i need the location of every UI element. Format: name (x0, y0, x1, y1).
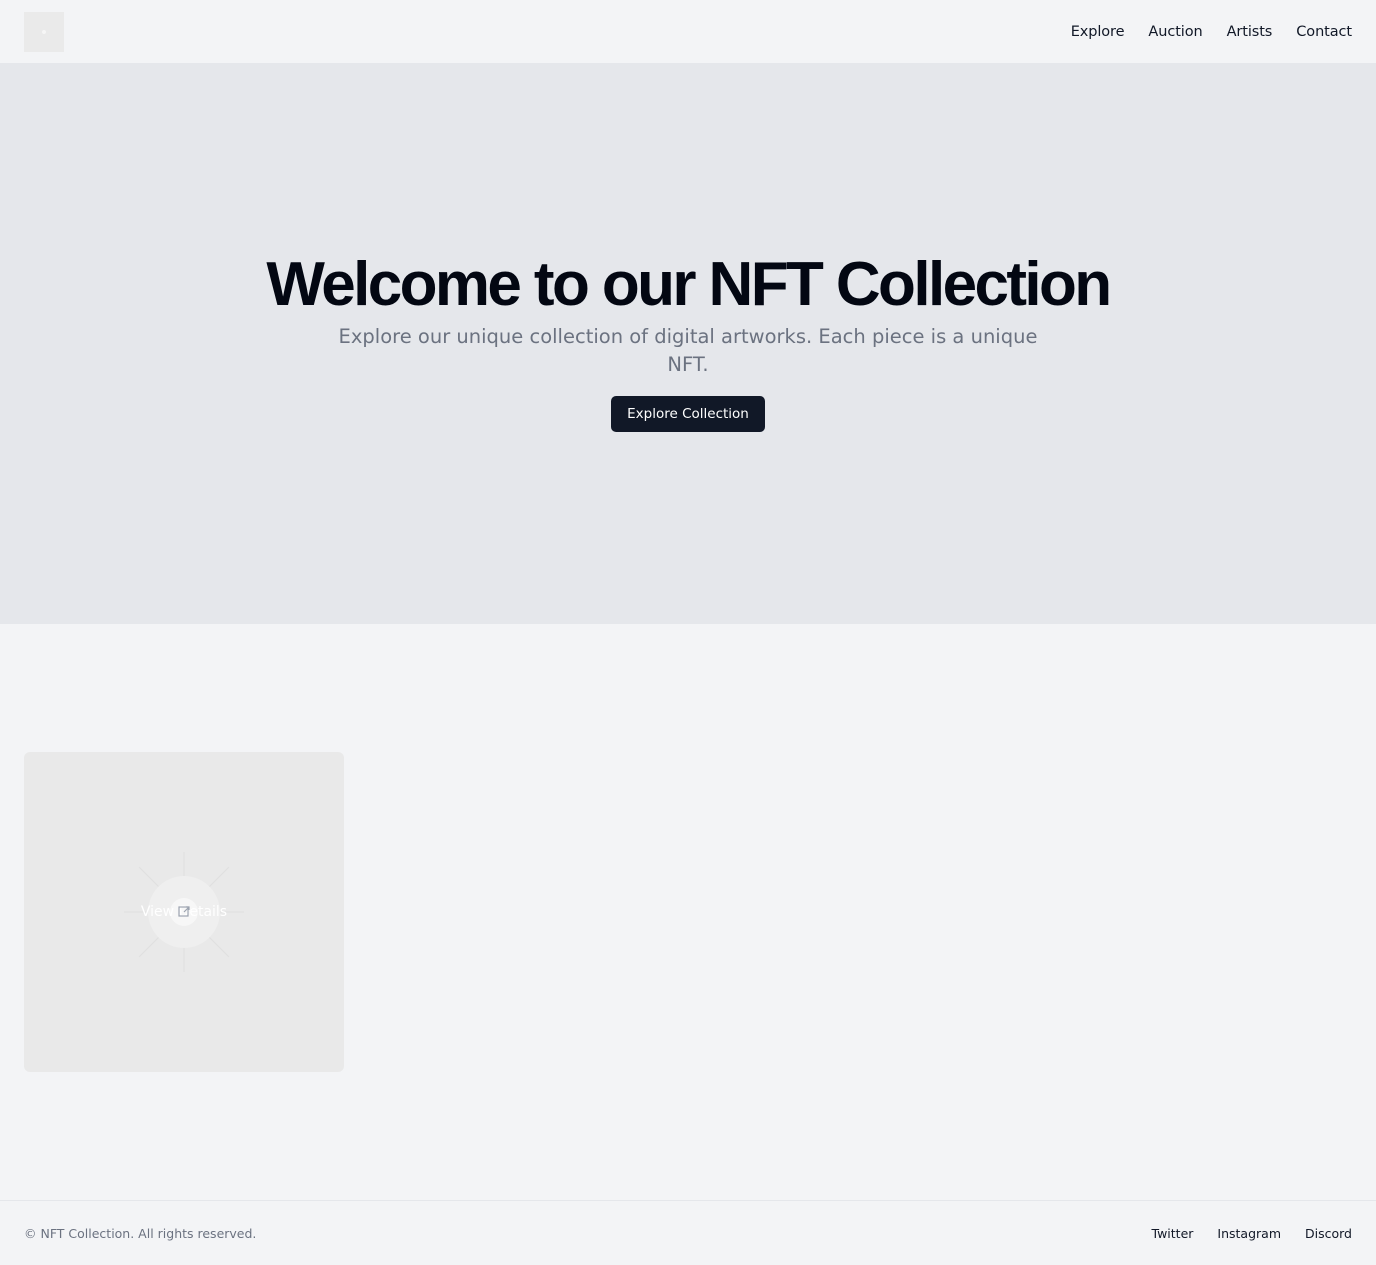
hero-title: Welcome to our NFT Collection (266, 250, 1112, 319)
copyright-text: © NFT Collection. All rights reserved. (24, 1225, 257, 1241)
main-nav: Explore Auction Artists Contact (1071, 0, 1352, 64)
nft-card[interactable]: View Details (24, 752, 344, 1072)
nav-link-contact[interactable]: Contact (1296, 24, 1352, 40)
nft-card-image-placeholder: View Details (24, 752, 344, 1072)
site-footer: © NFT Collection. All rights reserved. T… (0, 1200, 1376, 1265)
footer-link-twitter[interactable]: Twitter (1152, 1226, 1194, 1241)
nav-link-explore[interactable]: Explore (1071, 24, 1125, 40)
nav-link-auction[interactable]: Auction (1148, 24, 1202, 40)
logo-icon[interactable] (24, 12, 64, 52)
hero-subtitle: Explore our unique collection of digital… (338, 325, 1038, 376)
social-links: Twitter Instagram Discord (1152, 1201, 1353, 1265)
nav-link-artists[interactable]: Artists (1227, 24, 1273, 40)
footer-link-instagram[interactable]: Instagram (1217, 1226, 1281, 1241)
site-header: Explore Auction Artists Contact (0, 0, 1376, 64)
logo-dot (42, 30, 46, 34)
external-link-icon (178, 906, 190, 917)
hero-section: Welcome to our NFT Collection Explore ou… (0, 64, 1376, 624)
footer-link-discord[interactable]: Discord (1305, 1226, 1352, 1241)
explore-collection-button[interactable]: Explore Collection (611, 396, 765, 432)
